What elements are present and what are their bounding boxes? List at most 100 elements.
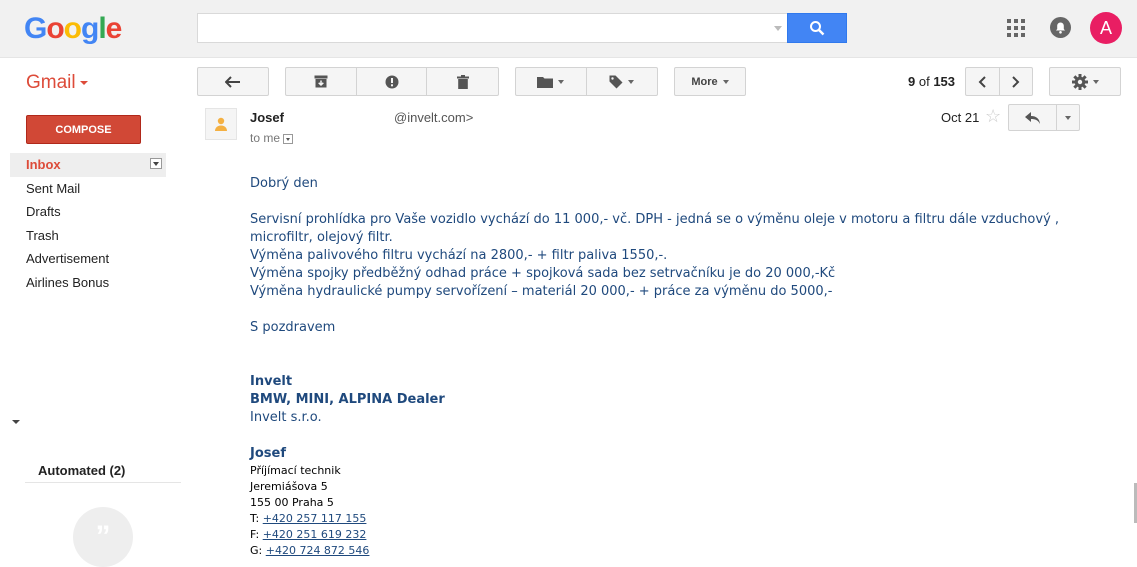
sidebar-item-sent-mail[interactable]: Sent Mail: [10, 177, 166, 201]
show-details-icon[interactable]: [283, 133, 294, 144]
trash-icon: [456, 74, 469, 89]
fax-link[interactable]: +420 251 619 232: [263, 528, 367, 541]
logo-letter: l: [98, 12, 106, 45]
report-spam-button[interactable]: [357, 68, 428, 95]
signature-city: 155 00 Praha 5: [250, 496, 334, 509]
sidebar-item-airlines-bonus[interactable]: Airlines Bonus: [10, 271, 166, 295]
chevron-down-icon: [558, 79, 565, 84]
pager-range: 9: [908, 74, 916, 89]
move-to-button[interactable]: [516, 68, 587, 95]
body-line: Výměna hydraulické pumpy servořízení – m…: [250, 284, 833, 299]
archive-button[interactable]: [286, 68, 357, 95]
person-icon: [215, 117, 227, 131]
sidebar-item-label: Inbox: [26, 157, 61, 172]
spam-alert-icon: [385, 75, 398, 88]
logo-letter: g: [81, 12, 99, 45]
signature-details: Příjímací technik Jeremiášova 5 155 00 P…: [250, 463, 1080, 559]
more-label: More: [691, 75, 718, 88]
more-options-button[interactable]: [1057, 105, 1079, 130]
divider: [25, 482, 181, 483]
reply-button[interactable]: [1009, 105, 1058, 130]
chevron-down-icon: [628, 79, 635, 84]
chevron-down-icon: [722, 79, 729, 84]
back-arrow-icon: [225, 75, 240, 88]
email-date: Oct 21: [941, 110, 980, 125]
sidebar-item-label: Drafts: [26, 204, 61, 219]
sidebar-item-advertisement[interactable]: Advertisement: [10, 247, 166, 271]
search-input[interactable]: [197, 13, 788, 43]
settings-button[interactable]: [1049, 67, 1121, 96]
folder-icon: [537, 76, 554, 88]
top-bar: Google A: [0, 0, 1137, 58]
greeting: Dobrý den: [250, 176, 318, 191]
chevron-right-icon: [1012, 75, 1020, 88]
action-button-group: [285, 67, 499, 96]
body-line: Servisní prohlídka pro Vaše vozidlo vych…: [250, 212, 1060, 245]
sidebar-item-drafts[interactable]: Drafts: [10, 200, 166, 224]
pager-of: of: [918, 74, 930, 89]
newer-button[interactable]: [966, 68, 1000, 95]
chevron-down-icon: [1092, 79, 1099, 84]
sidebar-item-label: Airlines Bonus: [26, 274, 110, 290]
signature-fax-row: F: +420 251 619 232: [250, 527, 1080, 543]
signature-phone-row: T: +420 257 117 155: [250, 511, 1080, 527]
more-button[interactable]: More: [674, 67, 746, 96]
labels-button[interactable]: [587, 68, 658, 95]
chevron-down-icon: [1065, 115, 1072, 120]
phone-label: T:: [250, 512, 260, 525]
google-logo[interactable]: Google: [24, 12, 123, 46]
pager-count: 9 of 153: [908, 74, 955, 89]
email-body: Dobrý den Servisní prohlídka pro Vaše vo…: [250, 175, 1080, 559]
older-button[interactable]: [1000, 68, 1033, 95]
search-options-caret-icon[interactable]: [774, 26, 782, 31]
sidebar-item-label: Sent Mail: [26, 180, 81, 196]
to-me-label: to me: [250, 131, 281, 145]
compose-button[interactable]: COMPOSE: [26, 115, 141, 144]
pager-button-group: [965, 67, 1033, 96]
signature-company-full: Invelt s.r.o.: [250, 410, 322, 425]
label-button-group: [515, 67, 658, 96]
fax-label: F:: [250, 528, 260, 541]
reply-icon: [1024, 111, 1040, 124]
recipient-details[interactable]: to me: [250, 131, 294, 145]
logo-letter: G: [24, 12, 47, 45]
logo-letter: o: [46, 12, 64, 45]
gmail-menu[interactable]: Gmail: [26, 72, 88, 94]
sidebar-item-trash[interactable]: Trash: [10, 224, 166, 248]
more-labels-caret-icon[interactable]: [12, 420, 20, 424]
mobile-link[interactable]: +420 724 872 546: [266, 544, 370, 557]
signature-dealer: BMW, MINI, ALPINA Dealer: [250, 392, 445, 407]
signature-name: Josef: [250, 446, 286, 461]
signature-street: Jeremiášova 5: [250, 480, 328, 493]
pager-total: 153: [933, 74, 956, 89]
delete-button[interactable]: [427, 68, 498, 95]
automated-section-label[interactable]: Automated (2): [38, 463, 125, 478]
sidebar-item-inbox[interactable]: Inbox: [10, 153, 166, 177]
notifications-bell-icon[interactable]: [1050, 17, 1071, 38]
back-button[interactable]: [197, 67, 269, 96]
phone-link[interactable]: +420 257 117 155: [263, 512, 367, 525]
signature-company: Invelt: [250, 374, 293, 389]
chevron-down-icon: [79, 80, 88, 85]
chevron-left-icon: [978, 75, 986, 88]
signature-role: Příjímací technik: [250, 464, 341, 477]
sidebar-item-label: Trash: [26, 227, 59, 243]
closing: S pozdravem: [250, 320, 336, 335]
logo-letter: e: [105, 12, 123, 45]
hangouts-quote-icon[interactable]: ”: [73, 507, 133, 567]
body-line: Výměna spojky předběžný odhad práce + sp…: [250, 266, 836, 281]
apps-grid-icon[interactable]: [1007, 19, 1025, 37]
archive-icon: [314, 75, 328, 88]
sender-avatar: [205, 108, 237, 140]
sender-name[interactable]: Josef: [250, 110, 284, 125]
sidebar-item-label: Advertisement: [26, 251, 110, 266]
signature-mobile-row: G: +420 724 872 546: [250, 543, 1080, 559]
search-button[interactable]: [787, 13, 847, 43]
bell-icon: [1056, 22, 1065, 34]
sidebar-nav: Inbox Sent Mail Drafts Trash Advertiseme…: [10, 153, 166, 294]
gmail-label: Gmail: [26, 72, 76, 93]
star-icon[interactable]: ☆: [985, 106, 1001, 127]
inbox-options-icon[interactable]: [150, 158, 162, 169]
account-avatar[interactable]: A: [1090, 12, 1122, 44]
logo-letter: o: [63, 12, 82, 45]
